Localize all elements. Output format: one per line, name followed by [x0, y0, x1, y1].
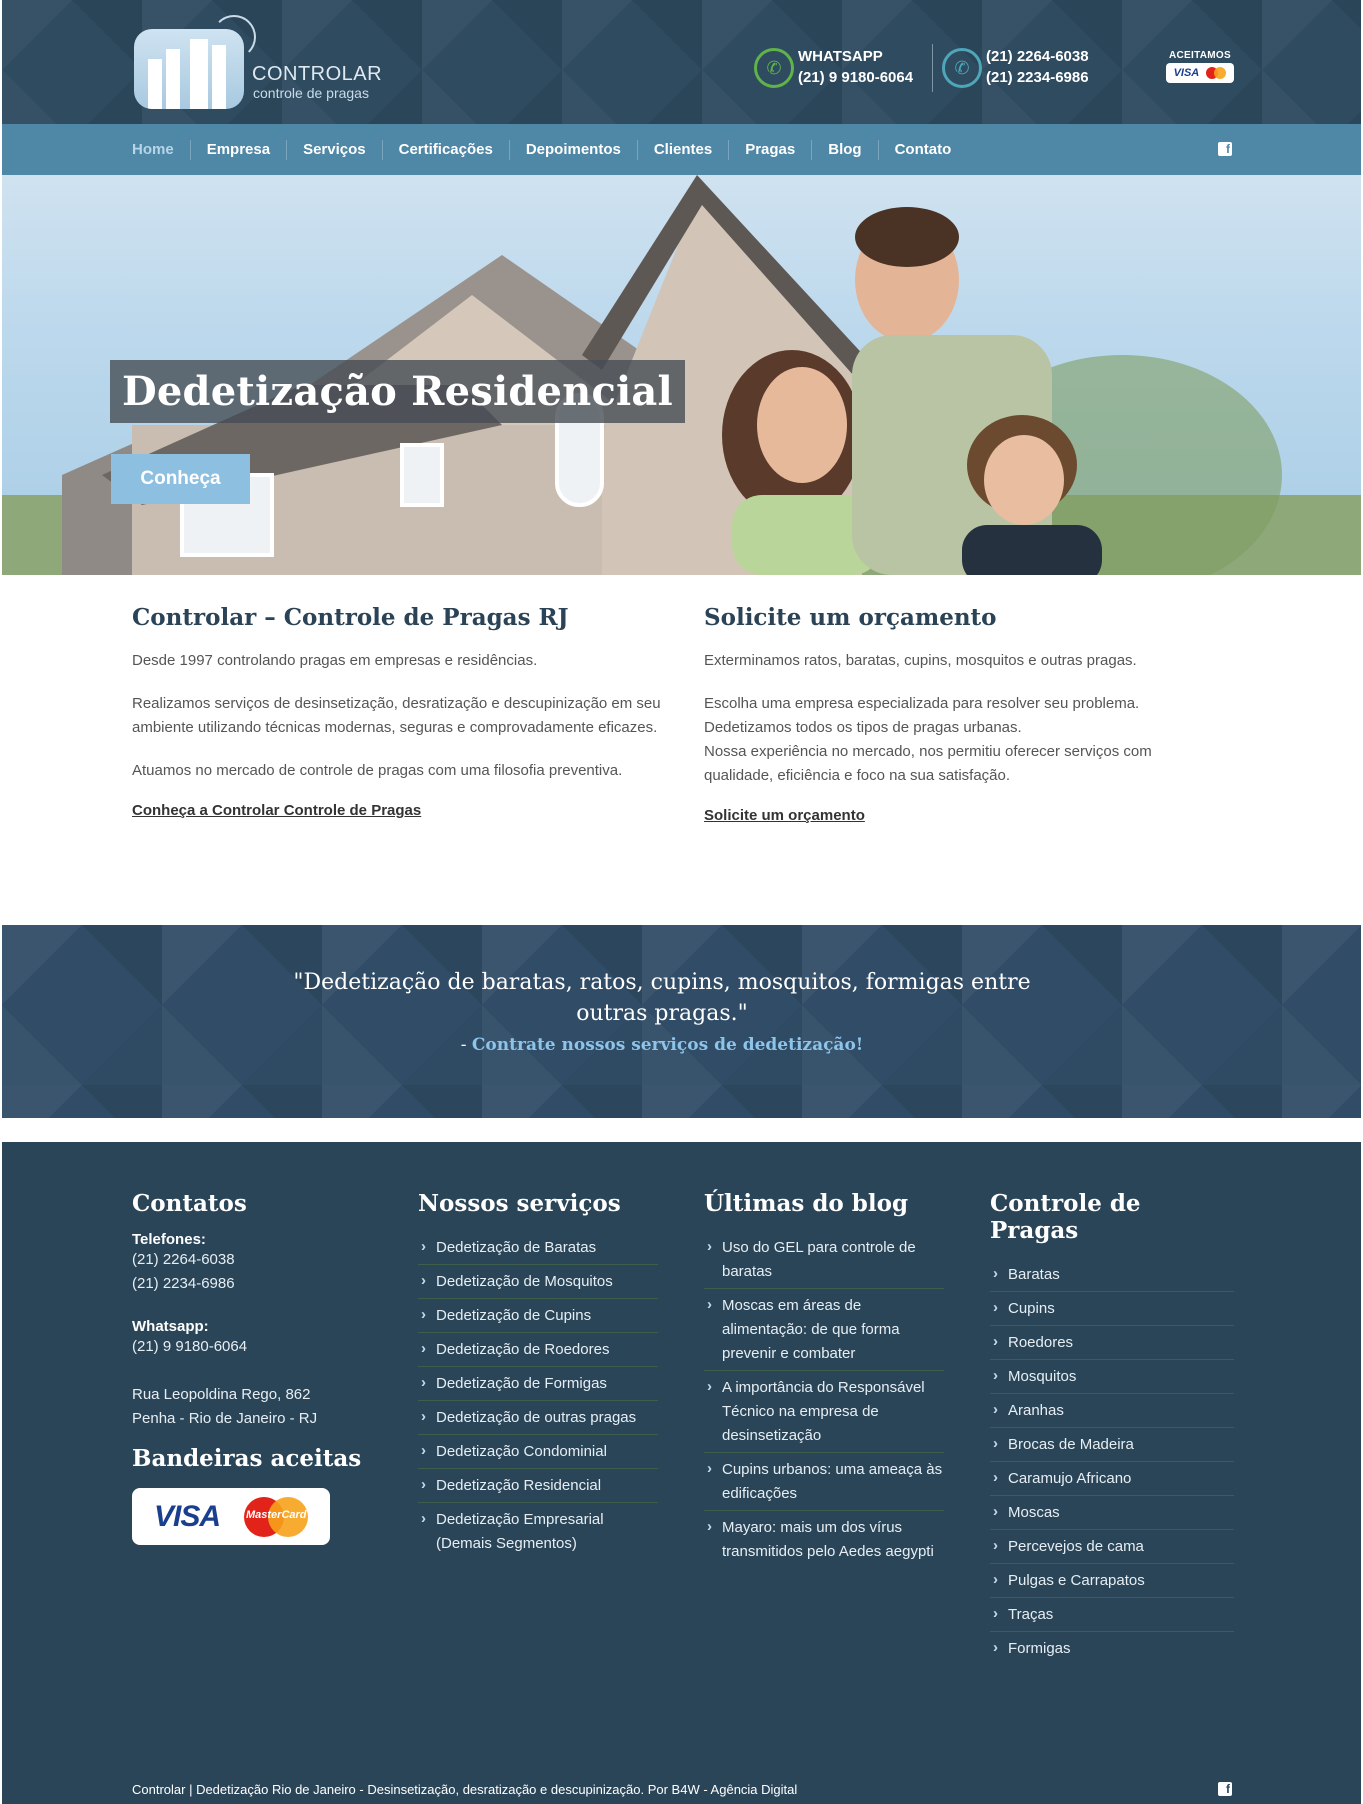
logo-subtitle: controle de pragas [253, 85, 369, 101]
footer-address-1: Rua Leopoldina Rego, 862 [132, 1386, 311, 1403]
nav-pragas[interactable]: Pragas [728, 139, 811, 160]
blog-post-link[interactable]: Uso do GEL para controle de baratas [704, 1231, 944, 1289]
site-header: CONTROLAR controle de pragas ✆ WHATSAPP … [2, 0, 1361, 124]
mastercard-logo-large: MasterCard [244, 1496, 308, 1537]
phone-icon: ✆ [942, 48, 982, 88]
phone-2: (21) 2234-6986 [986, 69, 1089, 86]
whatsapp-label: WHATSAPP [798, 48, 883, 65]
blog-post-link[interactable]: Cupins urbanos: uma ameaça às edificaçõe… [704, 1453, 944, 1511]
nav-contato[interactable]: Contato [877, 139, 968, 160]
quote-request-section: Solicite um orçamento Exterminamos ratos… [704, 604, 1204, 825]
pest-link[interactable]: Percevejos de cama [990, 1530, 1234, 1564]
quote-request-line-3: Nossa experiência no mercado, nos permit… [704, 743, 1152, 784]
footer-facebook-icon[interactable]: f [1218, 1782, 1232, 1796]
phone-1: (21) 2264-6038 [986, 48, 1089, 65]
footer-address-2: Penha - Rio de Janeiro - RJ [132, 1410, 318, 1427]
blog-post-link[interactable]: A importância do Responsável Técnico na … [704, 1371, 944, 1453]
blog-post-link[interactable]: Mayaro: mais um dos vírus transmitidos p… [704, 1511, 944, 1568]
about-paragraph-3: Atuamos no mercado de controle de pragas… [132, 762, 623, 779]
footer-pests-title: Controle de Pragas [990, 1190, 1141, 1244]
whatsapp-number: (21) 9 9180-6064 [798, 69, 914, 86]
footer-cards-title: Bandeiras aceitas [132, 1445, 362, 1472]
visa-logo: VISA [1173, 67, 1200, 79]
footer-blog: Últimas do blog Uso do GEL para controle… [704, 1190, 944, 1568]
quote-request-title: Solicite um orçamento [704, 604, 997, 631]
pest-link[interactable]: Cupins [990, 1292, 1234, 1326]
service-link[interactable]: Dedetização de Formigas [418, 1367, 658, 1401]
service-link[interactable]: Dedetização de Roedores [418, 1333, 658, 1367]
visa-logo-large: VISA [153, 1499, 221, 1533]
about-link[interactable]: Conheça a Controlar Controle de Pragas [132, 802, 421, 819]
accepted-cards-banner: VISA MasterCard [132, 1488, 330, 1545]
nav-certificacoes[interactable]: Certificações [381, 139, 509, 160]
footer-contacts-title: Contatos [132, 1190, 247, 1217]
whatsapp-contact[interactable]: ✆ WHATSAPP (21) 9 9180-6064 [754, 46, 924, 94]
nav-home[interactable]: Home [132, 140, 190, 160]
quote-request-link[interactable]: Solicite um orçamento [704, 807, 865, 824]
service-link[interactable]: Dedetização de Mosquitos [418, 1265, 658, 1299]
about-section: Controlar – Controle de Pragas RJ Desde … [132, 604, 672, 820]
testimonial-author: - Contrate nossos serviços de dedetizaçã… [272, 1035, 1052, 1055]
phone-contact[interactable]: ✆ (21) 2264-6038 (21) 2234-6986 [942, 46, 1112, 94]
footer-phones-label: Telefones: [132, 1231, 206, 1248]
pest-link[interactable]: Traças [990, 1598, 1234, 1632]
footer-pests: Controle de Pragas Baratas Cupins Roedor… [990, 1190, 1234, 1665]
logo-buildings-icon [134, 29, 244, 109]
testimonial-band: "Dedetização de baratas, ratos, cupins, … [2, 925, 1361, 1118]
site-footer: Contatos Telefones: (21) 2264-6038 (21) … [2, 1142, 1361, 1804]
pest-link[interactable]: Pulgas e Carrapatos [990, 1564, 1234, 1598]
hero-cta-button[interactable]: Conheça [111, 454, 250, 504]
about-paragraph-1: Desde 1997 controlando pragas em empresa… [132, 652, 538, 669]
quote-request-line-2: Dedetizamos todos os tipos de pragas urb… [704, 719, 1022, 736]
whatsapp-icon: ✆ [754, 48, 794, 88]
accepted-label: ACEITAMOS [1169, 50, 1231, 61]
pest-link[interactable]: Moscas [990, 1496, 1234, 1530]
pest-link[interactable]: Roedores [990, 1326, 1234, 1360]
pest-link[interactable]: Brocas de Madeira [990, 1428, 1234, 1462]
logo[interactable]: CONTROLAR controle de pragas [132, 15, 382, 111]
nav-depoimentos[interactable]: Depoimentos [508, 139, 637, 160]
header-divider [932, 44, 933, 92]
quote-request-paragraph-1: Exterminamos ratos, baratas, cupins, mos… [704, 652, 1137, 669]
footer-phone-1: (21) 2264-6038 [132, 1251, 235, 1268]
testimonial-text: "Dedetização de baratas, ratos, cupins, … [293, 970, 1031, 1026]
mastercard-logo [1206, 67, 1227, 79]
footer-services: Nossos serviços Dedetização de Baratas D… [418, 1190, 658, 1560]
footer-whatsapp-label: Whatsapp: [132, 1318, 209, 1335]
testimonial-author-link[interactable]: Contrate nossos serviços de dedetização! [472, 1035, 863, 1055]
nav-servicos[interactable]: Serviços [286, 139, 382, 160]
accepted-cards: ACEITAMOS VISA [1166, 50, 1234, 83]
pest-link[interactable]: Caramujo Africano [990, 1462, 1234, 1496]
footer-services-title: Nossos serviços [418, 1190, 621, 1217]
service-link[interactable]: Dedetização de outras pragas [418, 1401, 658, 1435]
footer-copyright: Controlar | Dedetização Rio de Janeiro -… [132, 1782, 798, 1797]
testimonial-dash: - [460, 1035, 472, 1055]
about-paragraph-2: Realizamos serviços de desinsetização, d… [132, 695, 661, 736]
nav-clientes[interactable]: Clientes [636, 139, 728, 160]
footer-phone-2: (21) 2234-6986 [132, 1275, 235, 1292]
nav-empresa[interactable]: Empresa [189, 139, 286, 160]
service-link[interactable]: Dedetização de Baratas [418, 1231, 658, 1265]
hero-title: Dedetização Residencial [110, 360, 685, 423]
facebook-icon[interactable]: f [1218, 142, 1232, 156]
pest-link[interactable]: Baratas [990, 1258, 1234, 1292]
quote-request-line-1: Escolha uma empresa especializada para r… [704, 695, 1140, 712]
quote-request-paragraph-2: Escolha uma empresa especializada para r… [704, 692, 1204, 788]
pest-link[interactable]: Mosquitos [990, 1360, 1234, 1394]
service-link[interactable]: Dedetização Residencial [418, 1469, 658, 1503]
mastercard-label: MasterCard [246, 1508, 307, 1521]
main-nav: Home Empresa Serviços Certificações Depo… [2, 124, 1361, 179]
service-link[interactable]: Dedetização Condominial [418, 1435, 658, 1469]
service-link[interactable]: Dedetização de Cupins [418, 1299, 658, 1333]
logo-name: CONTROLAR [252, 63, 383, 85]
footer-blog-title: Últimas do blog [704, 1190, 909, 1217]
footer-contacts: Contatos Telefones: (21) 2264-6038 (21) … [132, 1190, 362, 1545]
footer-whatsapp: (21) 9 9180-6064 [132, 1338, 248, 1355]
blog-post-link[interactable]: Moscas em áreas de alimentação: de que f… [704, 1289, 944, 1371]
nav-blog[interactable]: Blog [811, 139, 877, 160]
pest-link[interactable]: Aranhas [990, 1394, 1234, 1428]
pest-link[interactable]: Formigas [990, 1632, 1234, 1665]
service-link[interactable]: Dedetização Empresarial (Demais Segmento… [418, 1503, 658, 1560]
about-title: Controlar – Controle de Pragas RJ [132, 604, 569, 631]
